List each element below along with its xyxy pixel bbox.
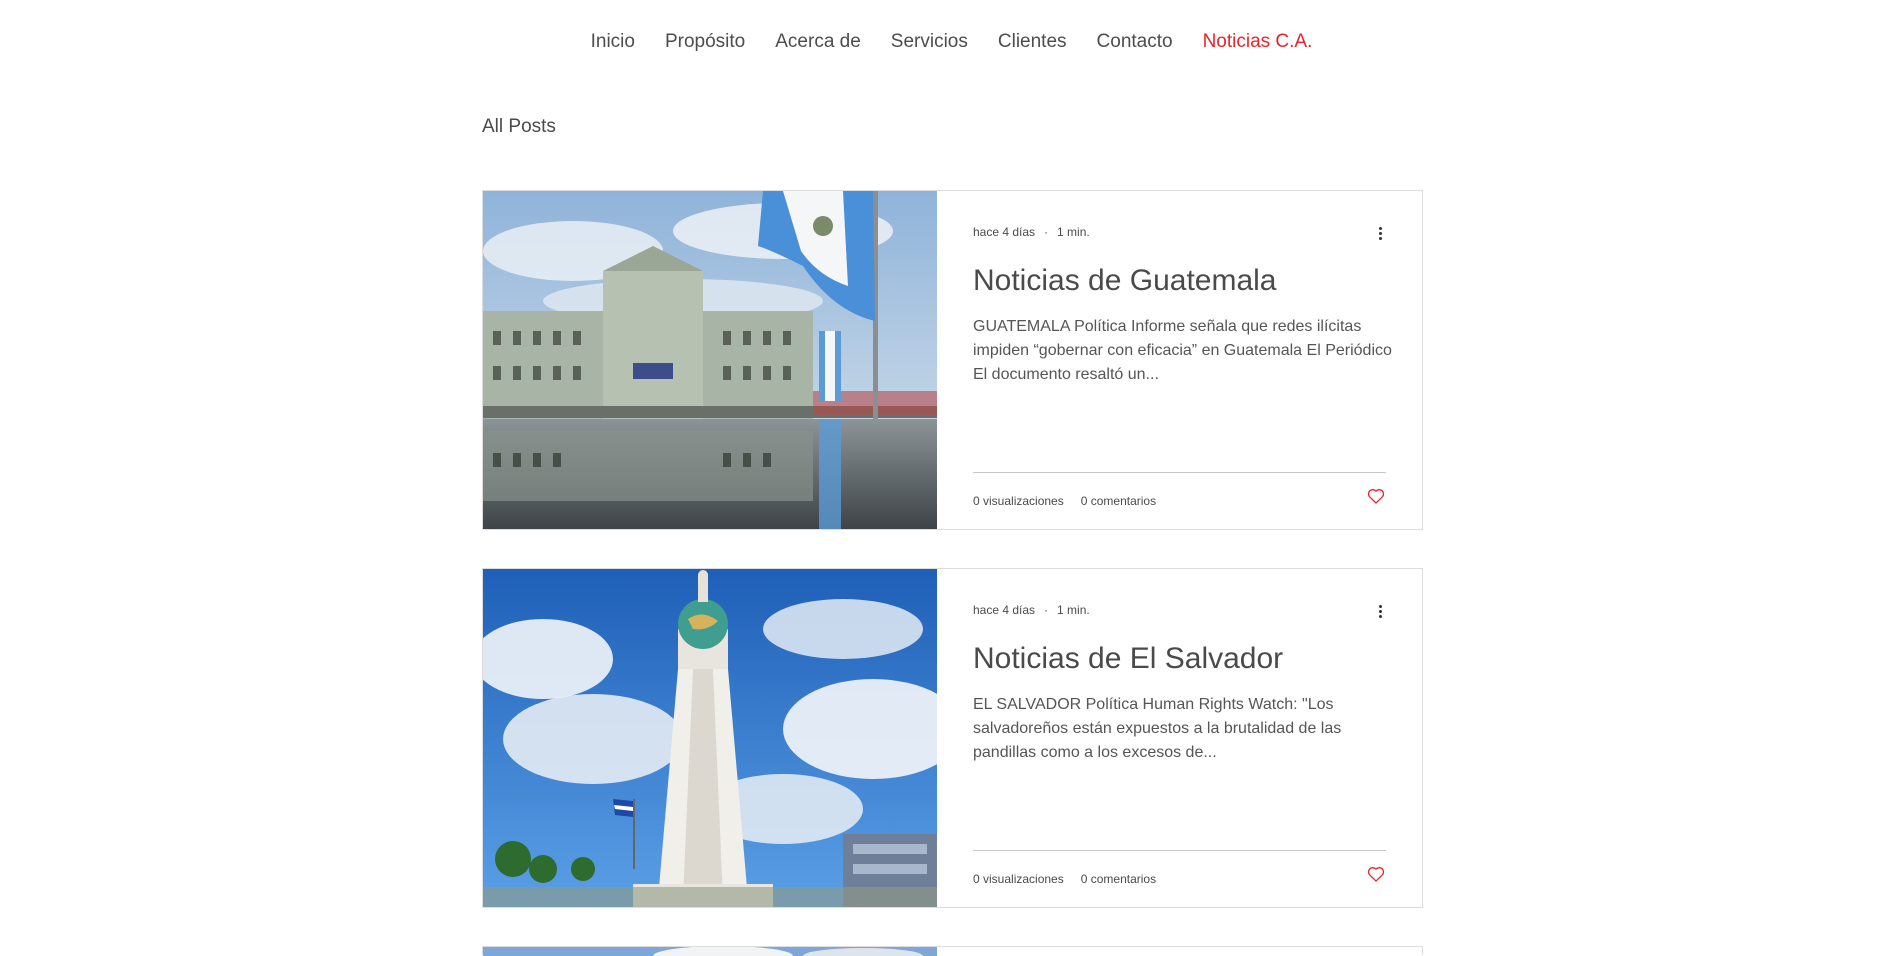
post-views: 0 visualizaciones bbox=[973, 494, 1064, 508]
heart-icon[interactable] bbox=[1366, 486, 1386, 506]
post-stats: 0 visualizaciones 0 comentarios bbox=[973, 494, 1156, 508]
nav-item-acerca-de[interactable]: Acerca de bbox=[775, 31, 861, 53]
post-image[interactable] bbox=[483, 191, 937, 529]
post-meta: hace 4 días · 1 min. bbox=[973, 603, 1090, 617]
post-date: hace 4 días bbox=[973, 225, 1036, 239]
post-comments[interactable]: 0 comentarios bbox=[1081, 872, 1156, 886]
salvador-del-mundo-monument-image bbox=[483, 569, 937, 907]
post-title[interactable]: Noticias de El Salvador bbox=[973, 642, 1283, 676]
main-nav: Inicio Propósito Acerca de Servicios Cli… bbox=[0, 30, 1903, 54]
post-card[interactable]: hace 4 días · 1 min. Noticias de El Salv… bbox=[482, 568, 1423, 908]
post-card[interactable] bbox=[482, 946, 1423, 956]
nav-item-proposito[interactable]: Propósito bbox=[665, 31, 745, 53]
post-views: 0 visualizaciones bbox=[973, 872, 1064, 886]
post-date: hace 4 días bbox=[973, 603, 1036, 617]
post-excerpt[interactable]: EL SALVADOR Política Human Rights Watch:… bbox=[973, 693, 1393, 765]
post-read-time: 1 min. bbox=[1057, 225, 1090, 239]
post-title[interactable]: Noticias de Guatemala bbox=[973, 264, 1277, 298]
nav-item-inicio[interactable]: Inicio bbox=[591, 31, 635, 53]
post-read-time: 1 min. bbox=[1057, 603, 1090, 617]
nav-item-clientes[interactable]: Clientes bbox=[998, 31, 1067, 53]
post-stats: 0 visualizaciones 0 comentarios bbox=[973, 872, 1156, 886]
meta-separator: · bbox=[1044, 225, 1049, 239]
meta-separator: · bbox=[1044, 603, 1049, 617]
post-body bbox=[937, 947, 1422, 955]
post-excerpt[interactable]: GUATEMALA Política Informe señala que re… bbox=[973, 315, 1393, 387]
page-title[interactable]: All Posts bbox=[482, 116, 556, 138]
more-vertical-icon[interactable] bbox=[1376, 603, 1384, 623]
post-body: hace 4 días · 1 min. Noticias de El Salv… bbox=[937, 569, 1422, 907]
post-divider bbox=[973, 472, 1386, 473]
nav-item-noticias-ca[interactable]: Noticias C.A. bbox=[1203, 31, 1313, 53]
national-palace-guatemala-image bbox=[483, 191, 937, 529]
post-divider bbox=[973, 850, 1386, 851]
post-meta: hace 4 días · 1 min. bbox=[973, 225, 1090, 239]
more-vertical-icon[interactable] bbox=[1376, 225, 1384, 245]
heart-icon[interactable] bbox=[1366, 864, 1386, 884]
post-body: hace 4 días · 1 min. Noticias de Guatema… bbox=[937, 191, 1422, 529]
nav-item-contacto[interactable]: Contacto bbox=[1097, 31, 1173, 53]
post-card[interactable]: hace 4 días · 1 min. Noticias de Guatema… bbox=[482, 190, 1423, 530]
nav-item-servicios[interactable]: Servicios bbox=[891, 31, 968, 53]
post-comments[interactable]: 0 comentarios bbox=[1081, 494, 1156, 508]
post-image[interactable] bbox=[483, 569, 937, 907]
